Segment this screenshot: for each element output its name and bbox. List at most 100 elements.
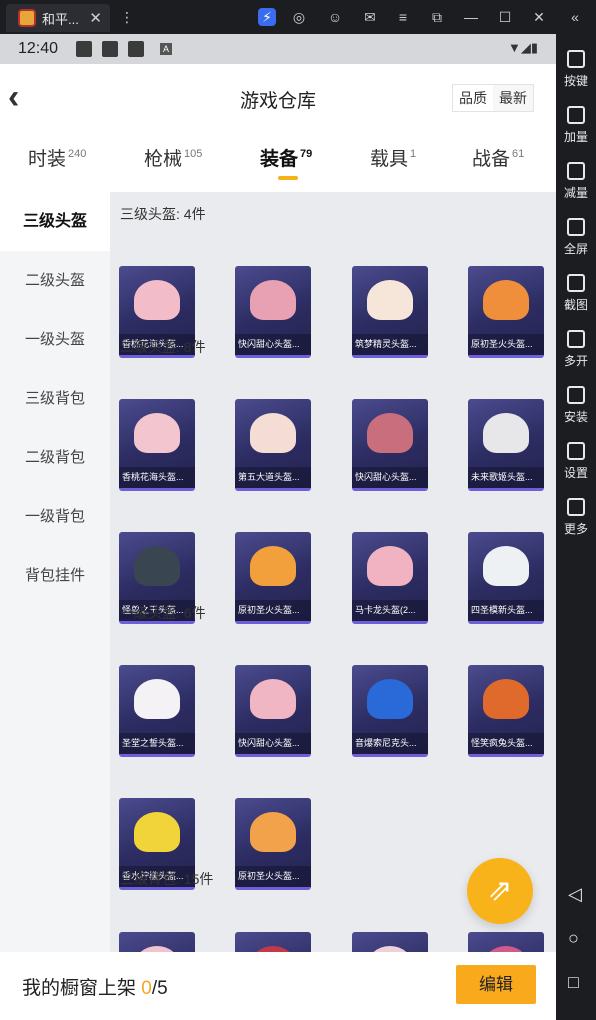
mail-icon[interactable]: ✉	[361, 8, 379, 26]
item-card[interactable]: 第五大道头盔...	[235, 399, 311, 491]
item-card[interactable]: 快闪甜心头盔...	[235, 266, 311, 358]
app-tab[interactable]: 和平... ✕	[6, 4, 110, 32]
item-card[interactable]: 快闪甜心头盔...	[352, 399, 428, 491]
more-vertical-icon[interactable]: ⋮	[118, 8, 136, 26]
item-card[interactable]: 马卡龙头盔(2...	[352, 532, 428, 624]
helmet-icon	[483, 413, 529, 453]
item-name: 原初圣火头盔...	[235, 866, 311, 887]
item-card[interactable]: 圣堂之誓头盔...	[119, 665, 195, 757]
sort-newest-button[interactable]: 最新	[493, 85, 533, 111]
sidebar-volume-down-button[interactable]: 减量	[556, 162, 596, 201]
close-window-icon[interactable]: ✕	[530, 8, 548, 26]
item-name: 原初圣火头盔...	[468, 334, 544, 355]
share-external-icon[interactable]: ⇗	[467, 858, 533, 924]
helmet-icon	[134, 280, 180, 320]
tab-fashion[interactable]: 时装 240	[28, 144, 86, 171]
apk-icon	[567, 386, 585, 404]
emulator-sidebar: 按键 加量 减量 全屏 截图 多开 安装 设置 更多 ◁ ○ □	[556, 34, 596, 1020]
recents-square-icon[interactable]: □	[568, 972, 579, 993]
item-name: 圣堂之誓头盔...	[119, 733, 195, 754]
item-name: 快闪甜心头盔...	[235, 334, 311, 355]
collapse-sidebar-icon[interactable]: «	[566, 8, 584, 26]
nav-item-backpack-pendant[interactable]: 背包挂件	[0, 546, 110, 605]
nav-item-level1-helmet[interactable]: 一级头盔	[0, 310, 110, 369]
sort-quality-button[interactable]: 品质	[453, 85, 493, 111]
subcategory-nav: 三级头盔 二级头盔 一级头盔 三级背包 二级背包 一级背包 背包挂件	[0, 192, 110, 952]
item-card[interactable]	[119, 932, 195, 952]
sidebar-keymap-button[interactable]: 按键	[556, 50, 596, 89]
item-name: 四圣模新头盔...	[468, 600, 544, 621]
nav-item-level1-backpack[interactable]: 一级背包	[0, 487, 110, 546]
helmet-icon	[250, 280, 296, 320]
tab-firearms[interactable]: 枪械 105	[144, 144, 202, 171]
nav-item-level3-backpack[interactable]: 三级背包	[0, 369, 110, 428]
helmet-icon	[134, 812, 180, 852]
showcase-current-count: 0	[141, 978, 152, 999]
item-name: 音爆索尼克头...	[352, 733, 428, 754]
item-card[interactable]: 怪笑疯兔头盔...	[468, 665, 544, 757]
item-card[interactable]: 筑梦精灵头盔...	[352, 266, 428, 358]
section-title: 三级头盔: 4件	[120, 206, 206, 222]
sidebar-volume-up-button[interactable]: 加量	[556, 106, 596, 145]
page-header: ‹ 游戏仓库 品质 最新	[0, 64, 556, 130]
item-card[interactable]: 未来歌姬头盔...	[468, 399, 544, 491]
helmet-icon	[250, 812, 296, 852]
item-name: 第五大道头盔...	[235, 467, 311, 488]
nav-item-level2-helmet[interactable]: 二级头盔	[0, 251, 110, 310]
helmet-icon	[483, 546, 529, 586]
item-card[interactable]: 快闪甜心头盔...	[235, 665, 311, 757]
popout-icon[interactable]: ⧉	[428, 8, 446, 26]
sidebar-multi-instance-button[interactable]: 多开	[556, 330, 596, 369]
active-tab-indicator	[278, 176, 298, 180]
helmet-icon	[367, 413, 413, 453]
section-title: 二级头盔: 8件	[120, 339, 206, 355]
item-card[interactable]: 香桃花海头盔...	[119, 399, 195, 491]
showcase-label: 我的橱窗上架 0/5	[22, 978, 168, 999]
item-name: 快闪甜心头盔...	[235, 733, 311, 754]
sidebar-more-button[interactable]: 更多	[556, 498, 596, 537]
sidebar-settings-button[interactable]: 设置	[556, 442, 596, 481]
back-triangle-icon[interactable]: ◁	[568, 884, 582, 905]
gamepad-icon[interactable]: ◎	[290, 8, 308, 26]
boost-icon[interactable]: ⚡	[258, 8, 276, 26]
scissors-icon	[567, 274, 585, 292]
item-name: 原初圣火头盔...	[235, 600, 311, 621]
edit-button[interactable]: 编辑	[456, 965, 536, 1004]
item-card[interactable]	[352, 932, 428, 952]
item-card[interactable]	[468, 932, 544, 952]
more-icon	[567, 498, 585, 516]
helmet-icon	[483, 280, 529, 320]
menu-icon[interactable]: ≡	[394, 8, 412, 26]
section-title: 三级背包: 15件	[120, 871, 214, 887]
nav-item-level2-backpack[interactable]: 二级背包	[0, 428, 110, 487]
item-card[interactable]: 音爆索尼克头...	[352, 665, 428, 757]
volume-up-icon	[567, 106, 585, 124]
notification-icon	[102, 41, 118, 57]
item-name: 马卡龙头盔(2...	[352, 600, 428, 621]
maximize-icon[interactable]: ☐	[496, 8, 514, 26]
emulator-titlebar: 和平... ✕ ⋮ ⚡ ◎ ☺ ✉ ≡ ⧉ — ☐ ✕ «	[0, 0, 596, 34]
fullscreen-icon	[567, 218, 585, 236]
tab-close-icon[interactable]: ✕	[89, 9, 102, 27]
item-card[interactable]	[235, 932, 311, 952]
account-icon[interactable]: ☺	[326, 8, 344, 26]
item-card[interactable]: 四圣模新头盔...	[468, 532, 544, 624]
showcase-total: /5	[151, 978, 168, 999]
sidebar-install-apk-button[interactable]: 安装	[556, 386, 596, 425]
item-card[interactable]: 原初圣火头盔...	[468, 266, 544, 358]
multi-instance-icon	[567, 330, 585, 348]
tab-equipment[interactable]: 装备 79	[260, 144, 312, 171]
tab-vehicles[interactable]: 载具 1	[370, 144, 416, 171]
tab-combat-supplies[interactable]: 战备 61	[472, 144, 524, 171]
sidebar-screenshot-button[interactable]: 截图	[556, 274, 596, 313]
minimize-icon[interactable]: —	[462, 8, 480, 26]
home-circle-icon[interactable]: ○	[568, 928, 579, 949]
tab-title: 和平...	[42, 11, 79, 27]
helmet-icon	[367, 679, 413, 719]
sidebar-fullscreen-button[interactable]: 全屏	[556, 218, 596, 257]
helmet-icon	[367, 280, 413, 320]
item-card[interactable]: 原初圣火头盔...	[235, 532, 311, 624]
item-card[interactable]: 原初圣火头盔...	[235, 798, 311, 890]
helmet-icon	[250, 679, 296, 719]
nav-item-level3-helmet[interactable]: 三级头盔	[0, 192, 110, 251]
